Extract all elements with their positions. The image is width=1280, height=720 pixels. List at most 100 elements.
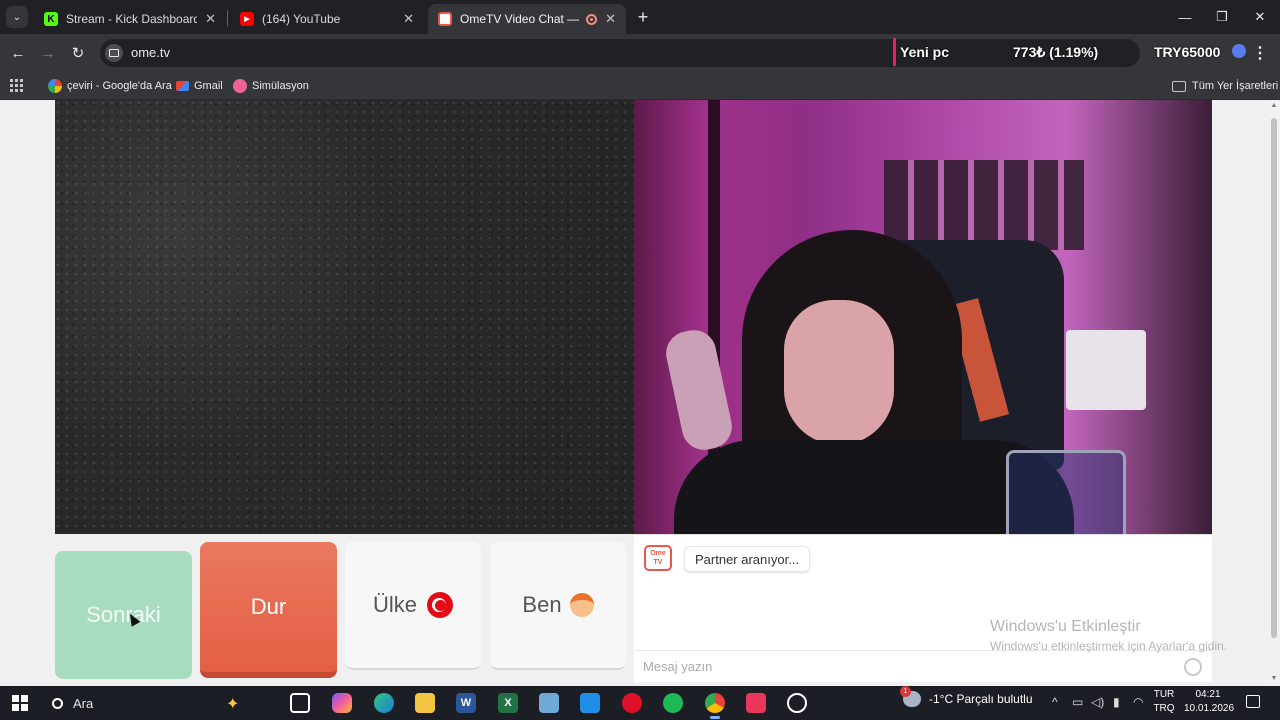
gmail-icon xyxy=(176,81,189,91)
status-message-text: Partner aranıyor... xyxy=(695,551,800,567)
speaker-icon[interactable]: ◁) xyxy=(1091,695,1104,709)
chrome-icon[interactable] xyxy=(705,693,725,719)
forward-button[interactable]: → xyxy=(38,43,58,63)
calculator-icon[interactable] xyxy=(539,693,559,713)
ometv-icon xyxy=(438,12,452,26)
new-tab-button[interactable]: + xyxy=(632,6,654,28)
input-language[interactable]: TUR TRQ xyxy=(1153,688,1175,716)
close-icon[interactable]: ✕ xyxy=(403,11,414,27)
clock-date: 10.01.2026 xyxy=(1184,703,1235,714)
gender-label: Ben xyxy=(522,592,562,617)
ometv-logo: Ome TV xyxy=(644,545,672,571)
wifi-icon[interactable]: ◠ xyxy=(1133,695,1143,709)
country-button[interactable]: Ülke xyxy=(345,542,481,670)
bookmark-simulasyon[interactable]: Simülasyon xyxy=(233,77,309,95)
turkey-flag-icon xyxy=(427,592,453,618)
next-label: Sonraki xyxy=(86,602,161,627)
battery-icon[interactable]: ▭ xyxy=(1072,695,1083,709)
scroll-up-icon[interactable]: ▲ xyxy=(1270,102,1278,110)
excel-icon[interactable]: X xyxy=(498,693,518,713)
opera-icon[interactable] xyxy=(622,693,642,713)
bookmark-label: Gmail xyxy=(194,80,223,92)
weather-widget[interactable]: -1°C Parçalı bulutlu xyxy=(900,686,1033,707)
word-icon[interactable]: W xyxy=(456,693,476,713)
bookmark-ceviri[interactable]: çeviri - Google'da Ara xyxy=(48,77,172,95)
microphone-icon[interactable]: ▮ xyxy=(1113,695,1120,709)
stop-label: Dur xyxy=(250,594,287,619)
scroll-thumb[interactable] xyxy=(1271,118,1277,638)
donation-goal-overlay: Yeni pc 773₺ (1.19%) TRY65000 xyxy=(893,38,1246,66)
back-button[interactable]: ← xyxy=(8,43,28,63)
more-vert-icon: ⋮ xyxy=(1252,45,1268,62)
reload-button[interactable]: ↻ xyxy=(68,43,88,63)
folder-icon xyxy=(1172,80,1186,92)
goal-progress: 773₺ (1.19%) xyxy=(1013,43,1099,60)
video-scene-face xyxy=(784,300,894,445)
reload-icon: ↻ xyxy=(71,45,85,62)
status-message: Partner aranıyor... xyxy=(684,546,811,572)
close-icon[interactable]: ✕ xyxy=(205,11,216,27)
stop-button[interactable]: Dur xyxy=(200,542,337,678)
next-button[interactable]: Sonraki xyxy=(55,551,192,679)
apps-grid-icon[interactable] xyxy=(10,79,23,92)
site-info-icon[interactable] xyxy=(105,44,123,62)
close-icon[interactable]: ✕ xyxy=(605,11,616,27)
app-icon[interactable] xyxy=(746,693,766,713)
all-bookmarks-button[interactable]: Tüm Yer İşaretleri xyxy=(1172,77,1278,95)
minimize-icon: — xyxy=(1178,9,1192,25)
clock-time: 04:21 xyxy=(1195,689,1221,700)
lang-bottom: TRQ xyxy=(1153,703,1175,714)
kick-icon: K xyxy=(44,12,58,26)
close-window-button[interactable]: ✕ xyxy=(1245,6,1275,28)
scroll-down-icon[interactable]: ▼ xyxy=(1270,675,1278,683)
windows-start-icon[interactable] xyxy=(12,695,28,711)
spotify-icon[interactable] xyxy=(663,693,683,713)
lang-top: TUR xyxy=(1153,689,1175,700)
taskbar-search-label: Ara xyxy=(73,695,94,711)
restore-icon: ❐ xyxy=(1216,9,1228,24)
message-input[interactable]: Mesaj yazın xyxy=(634,650,1212,682)
tab-kick[interactable]: K Stream - Kick Dashboard ✕ xyxy=(34,4,226,34)
clock[interactable]: 04:21 10.01.2026 xyxy=(1184,688,1235,716)
obs-icon[interactable] xyxy=(787,693,807,713)
plus-icon: + xyxy=(637,6,649,27)
task-view-icon[interactable] xyxy=(290,693,310,713)
tab-ometv[interactable]: OmeTV Video Chat — Omegle ✕ xyxy=(428,4,626,34)
close-icon: ✕ xyxy=(1254,9,1266,24)
bookmark-gmail[interactable]: Gmail xyxy=(176,77,223,95)
boy-avatar-icon xyxy=(569,593,594,617)
emoji-icon[interactable] xyxy=(1184,658,1202,676)
page-scrollbar[interactable]: ▲ ▼ xyxy=(1268,100,1280,686)
copilot-sparkle-icon[interactable]: ✦ xyxy=(226,694,239,714)
recording-icon xyxy=(586,13,598,25)
arrow-left-icon: ← xyxy=(10,44,26,62)
gender-button[interactable]: Ben xyxy=(490,542,626,670)
bookmarks-bar: çeviri - Google'da Ara Gmail Simülasyon … xyxy=(0,72,1280,100)
tray-chevron-up-icon[interactable]: ^ xyxy=(1052,695,1058,709)
store-icon[interactable] xyxy=(580,693,600,713)
restore-button[interactable]: ❐ xyxy=(1207,6,1237,28)
minimize-button[interactable]: — xyxy=(1170,6,1200,28)
bookmark-label: çeviri - Google'da Ara xyxy=(67,80,172,92)
message-input-placeholder: Mesaj yazın xyxy=(643,659,713,674)
chevron-down-icon: ⌄ xyxy=(12,11,22,23)
file-explorer-icon[interactable] xyxy=(415,693,435,713)
tab-search-button[interactable]: ⌄ xyxy=(6,6,28,28)
notification-icon[interactable] xyxy=(1246,695,1260,708)
self-video xyxy=(634,100,1212,534)
tab-title: Stream - Kick Dashboard xyxy=(66,12,198,26)
copilot-icon[interactable] xyxy=(332,693,352,713)
browser-menu-button[interactable]: ⋮ xyxy=(1252,43,1268,63)
bookmark-label: Simülasyon xyxy=(252,80,309,92)
goal-target: TRY65000 xyxy=(1154,44,1221,60)
tab-youtube[interactable]: ▶ (164) YouTube ✕ xyxy=(230,4,424,34)
video-scene-posters xyxy=(884,160,1084,250)
extension-icon xyxy=(1232,44,1246,58)
ometv-page: Sonraki Dur Ülke Ben Ome TV Partner aran… xyxy=(0,100,1268,686)
youtube-icon: ▶ xyxy=(240,12,254,26)
tab-separator xyxy=(227,10,228,26)
partner-video xyxy=(55,100,634,534)
edge-icon[interactable] xyxy=(374,693,394,713)
chat-panel: Ome TV Partner aranıyor... Mesaj yazın xyxy=(634,534,1212,682)
country-label: Ülke xyxy=(372,592,417,617)
